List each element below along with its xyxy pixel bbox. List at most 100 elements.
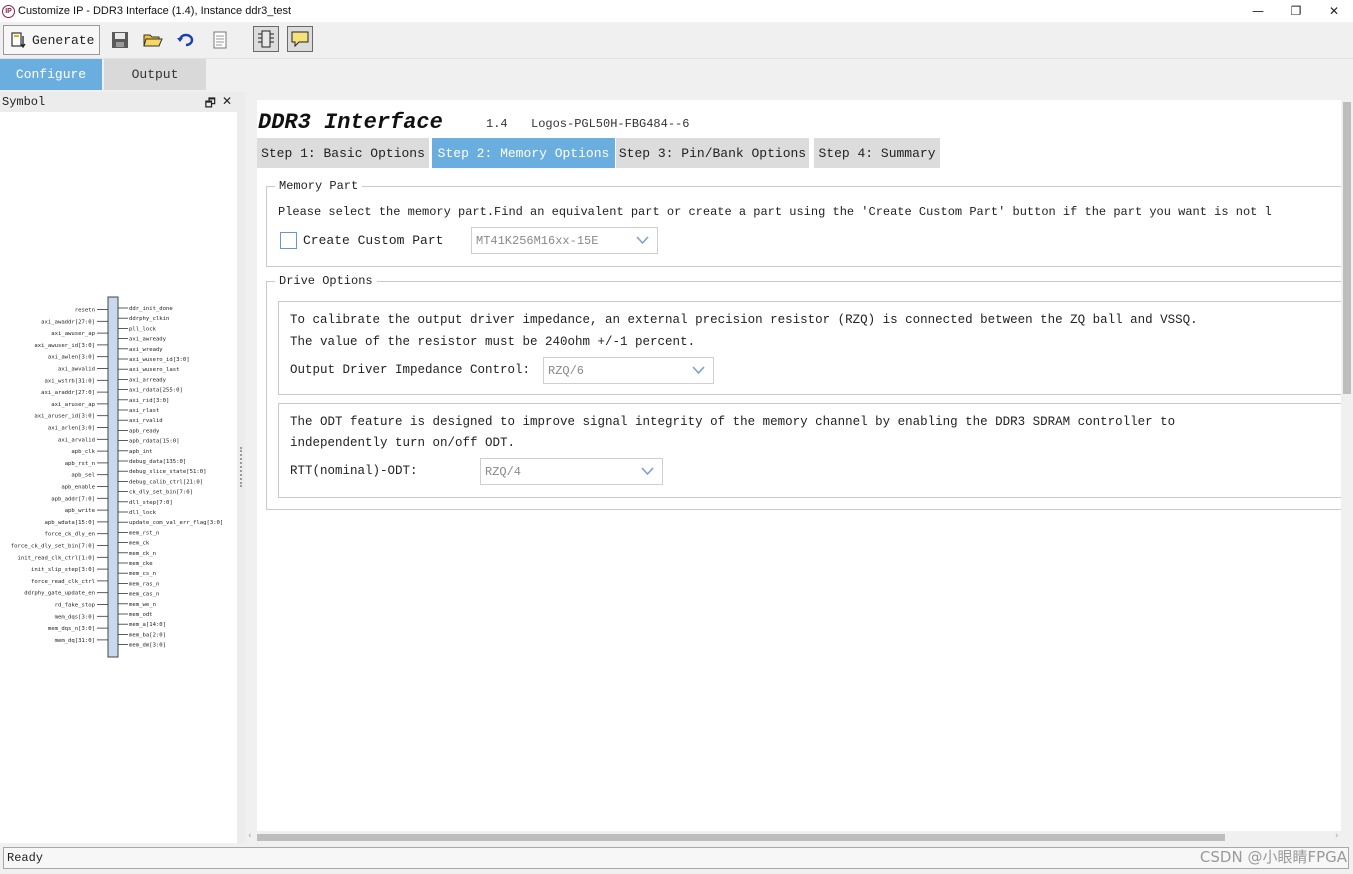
input-pin-label: axi_wstrb[31:0] <box>44 378 95 384</box>
create-custom-part-checkbox[interactable] <box>280 232 297 249</box>
output-pin-label: mem_we_n <box>129 602 156 608</box>
odt-subgroup: The ODT feature is designed to improve s… <box>278 403 1342 498</box>
input-pin-label: apb_enable <box>61 485 95 491</box>
title-bar: IP Customize IP - DDR3 Interface (1.4), … <box>0 0 1353 22</box>
horizontal-scrollbar[interactable]: ‹ › <box>247 831 1341 843</box>
output-pin-label: mem_rst_n <box>129 530 159 536</box>
output-pin-label: dll_lock <box>129 510 157 516</box>
vertical-scroll-thumb[interactable] <box>1343 102 1351 394</box>
tab-output[interactable]: Output <box>104 59 206 90</box>
tab-step-2[interactable]: Step 2: Memory Options <box>432 138 615 168</box>
input-pin-label: axi_awuser_ap <box>51 331 95 337</box>
output-pin-label: axi_rvalid <box>129 418 163 424</box>
symbol-panel-header: Symbol 🗗 ✕ <box>0 92 237 112</box>
impedance-text-1: To calibrate the output driver impedance… <box>290 313 1198 327</box>
output-pin-label: axi_rdata[255:0] <box>129 388 183 394</box>
window-title: Customize IP - DDR3 Interface (1.4), Ins… <box>18 5 292 17</box>
input-pin-label: axi_aruser_id[3:0] <box>34 414 95 420</box>
refresh-icon[interactable] <box>175 29 197 51</box>
generate-icon <box>11 32 26 48</box>
open-folder-icon[interactable] <box>142 29 164 51</box>
generate-button[interactable]: Generate <box>3 25 100 55</box>
document-icon[interactable] <box>209 29 231 51</box>
output-pin-label: axi_wusero_last <box>129 367 180 373</box>
input-pin-label: apb_clk <box>71 449 95 455</box>
splitter-grip[interactable] <box>240 447 242 487</box>
restore-button[interactable]: ❐ <box>1277 0 1315 22</box>
toolbar: Generate <box>0 22 1353 59</box>
input-pin-label: axi_awuser_id[3:0] <box>34 343 95 349</box>
status-label: Ready <box>7 851 44 865</box>
main-tabs: Configure Output <box>0 59 1353 90</box>
drive-options-title: Drive Options <box>275 274 377 288</box>
output-pin-label: debug_data[135:0] <box>129 459 186 465</box>
symbol-view-icon[interactable] <box>253 26 279 52</box>
output-pin-label: mem_ras_n <box>129 581 159 587</box>
impedance-select[interactable]: RZQ/6 <box>543 357 714 384</box>
output-pin-label: mem_a[14:0] <box>129 622 166 628</box>
generate-label: Generate <box>32 32 95 48</box>
memory-part-select[interactable]: MT41K256M16xx-15E <box>471 227 658 254</box>
output-pin-label: pll_lock <box>129 326 157 332</box>
odt-label: RTT(nominal)-ODT: <box>290 464 418 478</box>
output-pin-label: axi_wusero_id[3:0] <box>129 357 190 363</box>
input-pin-label: apb_write <box>65 508 96 514</box>
panel-splitter[interactable] <box>237 92 245 843</box>
odt-text-1: The ODT feature is designed to improve s… <box>290 415 1176 429</box>
odt-text-2: independently turn on/off ODT. <box>290 436 516 450</box>
output-pin-label: mem_cs_n <box>129 571 156 577</box>
input-pin-label: apb_sel <box>71 473 95 479</box>
input-pin-label: apb_wdata[15:0] <box>44 520 95 526</box>
output-pin-label: debug_slice_state[51:0] <box>129 469 206 475</box>
tab-step-4[interactable]: Step 4: Summary <box>814 138 940 168</box>
memory-part-group: Memory Part Please select the memory par… <box>266 179 1342 267</box>
input-pin-label: apb_rst_n <box>65 461 95 467</box>
chevron-down-icon <box>641 467 654 476</box>
odt-select[interactable]: RZQ/4 <box>480 458 663 485</box>
message-icon[interactable] <box>287 26 313 52</box>
input-pin-label: force_ck_dly_set_bin[7:0] <box>11 544 95 550</box>
status-text: Ready <box>3 847 1349 869</box>
input-pin-label: mem_dqs_n[3:0] <box>48 626 95 632</box>
symbol-panel: resetn axi_awaddr[27:0] axi_awuser_ap axi_a… <box>0 112 237 843</box>
chevron-down-icon <box>636 236 649 245</box>
tab-step-1[interactable]: Step 1: Basic Options <box>257 138 429 168</box>
output-pin-label: axi_wready <box>129 347 163 353</box>
input-pin-label: force_read_clk_ctrl <box>31 579 95 585</box>
impedance-label: Output Driver Impedance Control: <box>290 363 531 377</box>
input-pin-label: apb_addr[7:0] <box>51 496 95 502</box>
ip-symbol-box <box>107 296 119 658</box>
minimize-button[interactable]: — <box>1239 0 1277 22</box>
horizontal-scroll-thumb[interactable] <box>257 834 1225 841</box>
output-pin-label: ddrphy_clkin <box>129 316 169 322</box>
output-pin-label: ddr_init_done <box>129 306 173 312</box>
configuration-page: DDR3 Interface 1.4 Logos-PGL50H-FBG484--… <box>257 100 1342 832</box>
close-button[interactable]: ✕ <box>1315 0 1353 22</box>
output-pin-label: debug_calib_ctrl[21:0] <box>129 479 203 485</box>
output-pin-label: mem_dm[3:0] <box>129 643 166 649</box>
drive-options-group: Drive Options To calibrate the output dr… <box>266 274 1342 510</box>
ip-title: DDR3 Interface <box>258 110 443 135</box>
input-pin-label: resetn <box>75 308 95 314</box>
output-pin-label: axi_rlast <box>129 408 159 414</box>
memory-part-value: MT41K256M16xx-15E <box>476 233 599 248</box>
output-pin-label: apb_rdata[15:0] <box>129 439 180 445</box>
scroll-right-icon[interactable]: › <box>1335 831 1339 841</box>
memory-part-description: Please select the memory part.Find an eq… <box>278 205 1272 219</box>
output-pin-label: mem_ck <box>129 541 150 547</box>
vertical-scrollbar[interactable] <box>1341 92 1353 835</box>
input-pin-label: axi_arlen[3:0] <box>48 426 95 432</box>
create-custom-part-label: Create Custom Part <box>303 233 444 248</box>
tab-configure[interactable]: Configure <box>0 59 102 90</box>
output-pin-label: mem_cke <box>129 561 153 567</box>
output-pin-label: dll_step[7:0] <box>129 500 173 506</box>
input-pin-label: axi_awaddr[27:0] <box>41 319 95 325</box>
output-pin-label: mem_ba[2:0] <box>129 632 166 638</box>
impedance-text-2: The value of the resistor must be 240ohm… <box>290 335 696 349</box>
save-icon[interactable] <box>109 29 131 51</box>
input-pin-label: init_slip_step[3:0] <box>31 567 95 573</box>
scroll-left-icon[interactable]: ‹ <box>248 831 252 841</box>
step-tabs: Step 1: Basic Options Step 2: Memory Opt… <box>257 138 1342 168</box>
tab-step-3[interactable]: Step 3: Pin/Bank Options <box>616 138 809 168</box>
symbol-panel-title: Symbol <box>2 95 46 109</box>
